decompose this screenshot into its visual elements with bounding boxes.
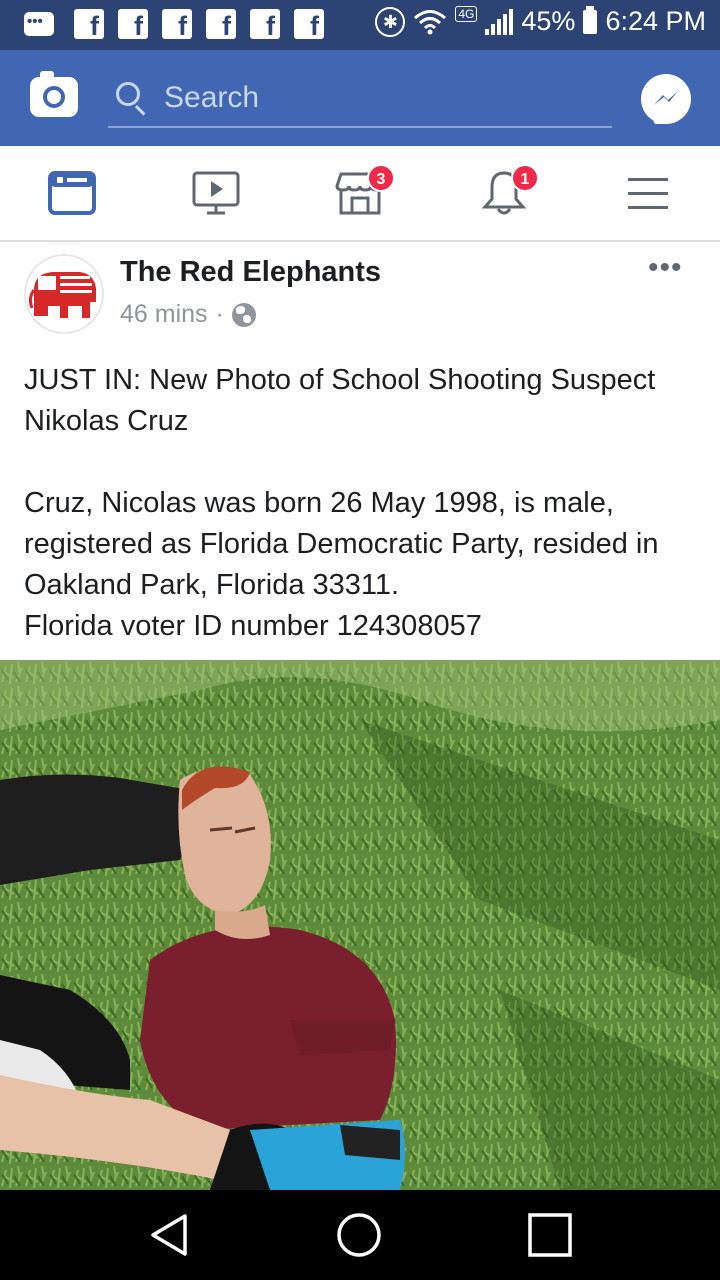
post-text: JUST IN: New Photo of School Shooting Su… xyxy=(24,360,704,647)
facebook-notification-icon: f xyxy=(118,9,148,39)
suspect-photo xyxy=(0,660,720,1190)
tab-news-feed[interactable] xyxy=(0,146,144,240)
recents-icon[interactable] xyxy=(525,1210,575,1260)
more-options-button[interactable]: ••• xyxy=(648,253,683,283)
system-indicators: ✱ 4G 45% 6:24 PM xyxy=(375,5,706,37)
post-text-line: JUST IN: New Photo of School Shooting Su… xyxy=(24,364,656,437)
post-photo[interactable] xyxy=(0,660,720,1190)
messenger-icon[interactable] xyxy=(641,74,691,124)
battery-percent: 45% xyxy=(521,6,576,36)
watch-icon xyxy=(192,171,240,215)
globe-icon xyxy=(231,302,256,327)
nav-tabs: 3 1 xyxy=(0,146,720,242)
search-icon xyxy=(116,82,140,106)
post-text-line: Florida voter ID number 124308057 xyxy=(24,610,482,642)
tab-menu[interactable] xyxy=(576,146,720,240)
tab-notifications[interactable]: 1 xyxy=(432,146,576,240)
news-feed-icon xyxy=(48,171,96,215)
battery-icon xyxy=(583,5,598,34)
network-type: 4G xyxy=(455,5,478,22)
post-text-line xyxy=(24,442,704,483)
facebook-notification-icon: f xyxy=(74,9,104,39)
bluetooth-icon: ✱ xyxy=(375,6,406,37)
page-avatar[interactable] xyxy=(24,254,104,334)
facebook-notification-icon: f xyxy=(294,9,324,39)
wifi-icon xyxy=(414,9,447,34)
status-bar: f f f f f f ✱ 4G 45% 6:24 PM xyxy=(0,0,720,50)
notifications-badge: 1 xyxy=(511,164,539,192)
home-icon[interactable] xyxy=(334,1210,384,1260)
post-text-line: Cruz, Nicolas was born 26 May 1998, is m… xyxy=(24,487,659,601)
tab-watch[interactable] xyxy=(144,146,288,240)
search-input[interactable] xyxy=(164,78,604,118)
facebook-notification-icon: f xyxy=(162,9,192,39)
signal-icon xyxy=(485,8,514,35)
marketplace-badge: 3 xyxy=(367,164,395,192)
post-author[interactable]: The Red Elephants xyxy=(120,256,381,289)
app-header xyxy=(0,50,720,146)
chat-notification-icon xyxy=(24,12,54,36)
camera-icon[interactable] xyxy=(30,71,78,117)
facebook-notification-icon: f xyxy=(206,9,236,39)
facebook-notification-icon: f xyxy=(250,9,280,39)
post-time[interactable]: 46 mins xyxy=(120,300,208,329)
post-meta: 46 mins · xyxy=(120,300,256,329)
notification-icons: f f f f f f xyxy=(24,9,324,39)
back-icon[interactable] xyxy=(145,1210,195,1260)
search-bar[interactable] xyxy=(108,72,612,128)
hamburger-menu-icon xyxy=(628,178,668,209)
red-elephant-logo-icon xyxy=(28,272,96,318)
meta-separator: · xyxy=(215,300,224,328)
system-nav-bar xyxy=(0,1190,720,1280)
tab-marketplace[interactable]: 3 xyxy=(288,146,432,240)
clock: 6:24 PM xyxy=(605,6,706,36)
